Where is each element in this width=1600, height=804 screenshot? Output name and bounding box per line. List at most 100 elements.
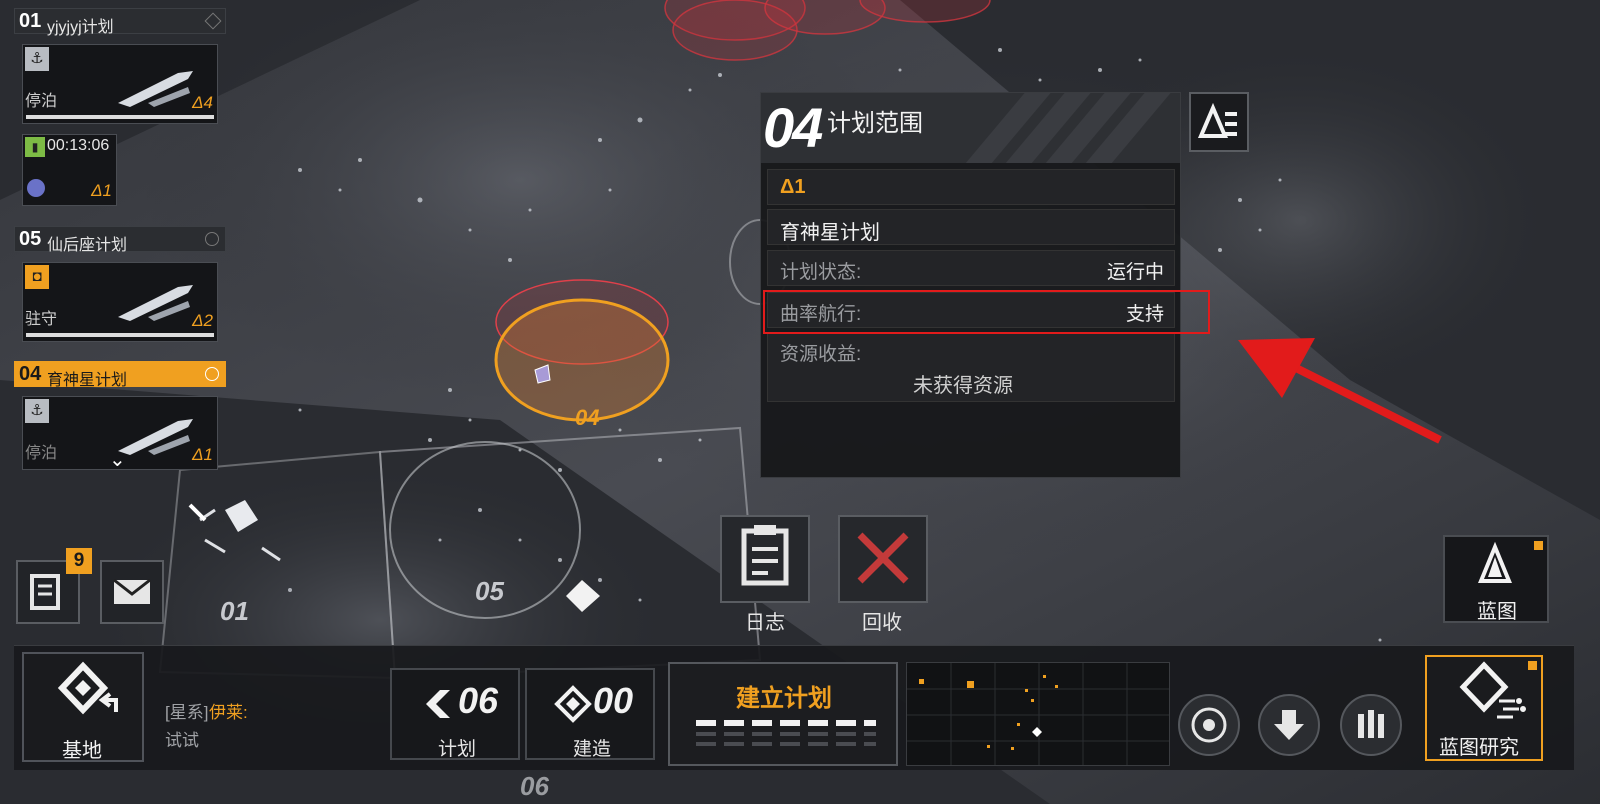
recall-label: 回收 xyxy=(862,612,902,634)
panel-level: Δ1 xyxy=(780,176,806,198)
fleet-name: 育神星计划 xyxy=(47,372,128,389)
resource-label: 资源收益: xyxy=(780,344,862,365)
ship-hp-bar xyxy=(26,333,214,337)
build-count-button[interactable]: 00 建造 xyxy=(525,668,655,760)
log-button[interactable] xyxy=(720,515,810,603)
anchor-icon: ⚓ xyxy=(25,399,49,423)
plan-slot-indicator-empty xyxy=(696,742,876,746)
fleet-name: 仙后座计划 xyxy=(47,237,128,254)
ship-card[interactable]: ◘ 驻守 Δ2 xyxy=(22,262,218,342)
minimap-grid xyxy=(907,663,1169,765)
zone-label-04: 04 xyxy=(575,405,599,430)
shield-icon: ◘ xyxy=(25,265,49,289)
recall-button[interactable] xyxy=(838,515,928,603)
blueprint-icon xyxy=(1478,541,1512,583)
blueprint-button[interactable]: 蓝图 xyxy=(1443,535,1549,623)
panel-plan-name-row: 育神星计划 xyxy=(767,209,1175,245)
expand-chevron-icon[interactable]: ⌄ xyxy=(109,447,126,469)
build-count: 00 xyxy=(593,680,634,721)
fleet-members-button[interactable] xyxy=(1340,694,1402,756)
panel-status-row: 计划状态: 运行中 xyxy=(767,250,1175,286)
panel-zone-number: 04 xyxy=(763,96,823,159)
ship-status: 停泊 xyxy=(25,445,58,462)
plan-label: 计划 xyxy=(438,739,477,760)
download-button[interactable] xyxy=(1258,694,1320,756)
create-plan-label: 建立计划 xyxy=(736,685,832,712)
log-label: 日志 xyxy=(745,612,785,634)
chat-preview[interactable]: [星系] 伊莱: 试试 xyxy=(165,698,375,758)
ship-status: 驻守 xyxy=(25,311,58,328)
plan-count-button[interactable]: 06 计划 xyxy=(390,668,520,760)
filter-list-button[interactable] xyxy=(1189,92,1249,152)
fleet-name: yjyjyj计划 xyxy=(47,19,114,36)
plan-icon xyxy=(426,690,450,718)
zone-label-06: 06 xyxy=(520,771,549,801)
blueprint-research-icon xyxy=(1459,661,1526,719)
base-icon xyxy=(57,661,118,715)
fleet-number: 04 xyxy=(19,363,42,385)
create-plan-button[interactable]: 建立计划 xyxy=(668,662,898,766)
transport-timer: 00:13:06 xyxy=(47,137,110,154)
log-icon xyxy=(741,525,789,586)
mail-button[interactable] xyxy=(100,560,164,624)
ship-level: Δ1 xyxy=(91,181,112,200)
status-value: 运行中 xyxy=(1106,262,1164,283)
chat-user: 伊莱: xyxy=(209,703,248,722)
members-icon xyxy=(1358,710,1384,738)
base-button[interactable]: 基地 xyxy=(22,652,144,762)
filter-list-icon xyxy=(1197,102,1237,138)
build-label: 建造 xyxy=(573,739,612,760)
ship-card[interactable]: ⚓ 停泊 Δ4 xyxy=(22,44,218,124)
fleet-header-04[interactable]: 04 育神星计划 xyxy=(14,361,226,389)
galaxy-button[interactable] xyxy=(1178,694,1240,756)
ship-card-transport[interactable]: ▮ 00:13:06 Δ1 xyxy=(22,134,117,206)
fleet-diamond-icon xyxy=(204,12,222,30)
cargo-icon: ▮ xyxy=(25,137,45,157)
panel-resource-row: 资源收益: 未获得资源 xyxy=(767,332,1175,402)
plan-slot-indicator xyxy=(696,720,876,726)
plan-count: 06 xyxy=(458,680,499,721)
close-x-icon xyxy=(857,532,909,584)
fleet-header-01[interactable]: 01 yjyjyj计划 xyxy=(14,8,226,36)
minimap[interactable] xyxy=(906,662,1170,766)
ship-hp-bar xyxy=(26,115,214,119)
panel-header: 04 计划范围 xyxy=(761,93,1180,163)
panel-level-row: Δ1 xyxy=(767,169,1175,205)
ship-level: Δ1 xyxy=(192,445,213,464)
fleet-number: 01 xyxy=(19,10,42,32)
zone-label-05: 05 xyxy=(475,576,504,606)
ship-level: Δ2 xyxy=(192,311,213,330)
ship-card[interactable]: ⚓ 停泊 Δ1 ⌄ xyxy=(22,396,218,470)
fleet-header-05[interactable]: 05 仙后座计划 xyxy=(14,226,226,254)
tasks-badge: 9 xyxy=(66,548,92,574)
highlight-box xyxy=(763,290,1210,334)
resource-note: 未获得资源 xyxy=(913,375,1013,397)
blueprint-research-button[interactable]: 蓝图研究 xyxy=(1425,655,1543,761)
download-arrow-icon xyxy=(1274,710,1304,740)
fleet-select-indicator[interactable] xyxy=(205,367,219,381)
ship-icon xyxy=(118,419,193,455)
fleet-number: 05 xyxy=(19,228,42,250)
ship-status: 停泊 xyxy=(25,93,58,110)
galaxy-icon xyxy=(1191,707,1227,743)
planet-icon xyxy=(27,179,45,197)
chat-channel: [星系] xyxy=(165,703,209,722)
fleet-select-indicator[interactable] xyxy=(205,232,219,246)
panel-plan-name: 育神星计划 xyxy=(780,222,880,244)
notify-dot xyxy=(1534,541,1543,550)
chat-message: 试试 xyxy=(165,731,199,750)
blueprint-research-label: 蓝图研究 xyxy=(1439,737,1519,759)
base-label: 基地 xyxy=(62,740,102,762)
zone-label-01: 01 xyxy=(220,596,249,626)
mail-icon xyxy=(113,578,151,604)
build-icon xyxy=(554,685,592,723)
panel-title: 计划范围 xyxy=(827,110,923,137)
ship-icon xyxy=(118,71,193,107)
ship-icon xyxy=(118,285,193,321)
plan-info-panel: 04 计划范围 Δ1 育神星计划 计划状态: 运行中 曲率航行: 支持 资源收益… xyxy=(760,92,1181,478)
status-label: 计划状态: xyxy=(780,262,862,283)
notify-dot xyxy=(1528,661,1537,670)
anchor-icon: ⚓ xyxy=(25,47,49,71)
blueprint-label: 蓝图 xyxy=(1477,601,1517,623)
plan-slot-indicator-empty xyxy=(696,732,876,736)
